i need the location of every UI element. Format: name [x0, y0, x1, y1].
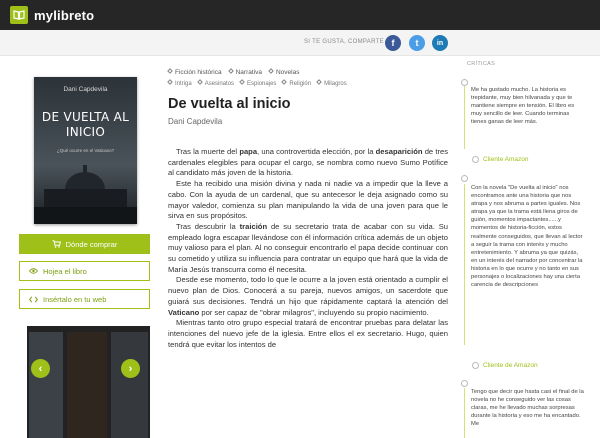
tag-icon — [268, 68, 274, 74]
review-card: Con la novela "De vuelta al inicio" nos … — [464, 184, 586, 345]
synopsis-text: Desde ese momento, todo lo que le ocurre… — [168, 275, 448, 306]
tag-icon — [167, 79, 173, 85]
tag-icon — [167, 68, 173, 74]
facebook-icon: f — [391, 38, 395, 48]
synopsis-paragraph: Tras la muerte del papa, una controverti… — [168, 147, 448, 179]
synopsis-text: Tras descubrir la — [176, 221, 240, 231]
book-author: Dani Capdevila — [168, 117, 223, 126]
book-synopsis: Tras la muerte del papa, una controverti… — [168, 147, 448, 350]
review-source-label: Cliente de Amazon — [483, 362, 538, 369]
tag-label: Novelas — [275, 69, 300, 76]
tag-icon — [281, 79, 288, 85]
reviews-heading: CRÍTICAS — [467, 61, 496, 67]
keyword-link[interactable]: Espionajes — [239, 79, 277, 87]
keyword-link[interactable]: Intriga — [167, 79, 192, 87]
browse-book-button[interactable]: Hojea el libro — [19, 261, 150, 281]
keyword-label: Espionajes — [247, 81, 277, 87]
tag-icon — [227, 68, 234, 74]
synopsis-keyword: desaparición — [375, 147, 423, 156]
linkedin-share-button[interactable]: in — [432, 35, 448, 51]
carousel-book[interactable] — [111, 332, 148, 438]
facebook-share-button[interactable]: f — [385, 35, 401, 51]
book-cover[interactable]: Dani Capdevila DE VUELTA AL INICIO ¿Qué … — [34, 77, 137, 224]
book-icon — [10, 6, 28, 24]
cover-title-line1: DE VUELTA AL — [41, 110, 130, 124]
review-source: Cliente de Amazon — [472, 362, 538, 369]
linkedin-icon: in — [436, 39, 444, 47]
cover-author: Dani Capdevila — [63, 86, 108, 93]
chevron-left-icon: ‹ — [38, 362, 43, 375]
cover-title: DE VUELTA AL INICIO — [34, 110, 137, 140]
carousel-book[interactable] — [67, 332, 107, 438]
keyword-link[interactable]: Milagros — [316, 79, 347, 87]
tag-link[interactable]: Novelas — [268, 68, 300, 76]
synopsis-paragraph: Mientras tanto otro grupo especial trata… — [168, 318, 448, 349]
synopsis-paragraph: Este ha recibido una misión divina y nad… — [168, 179, 448, 221]
review-card: Tengo que decir que hasta casi el final … — [464, 388, 586, 438]
genre-tags: Ficción histórica Narrativa Novelas — [167, 68, 300, 76]
carousel-prev-button[interactable]: ‹ — [31, 359, 50, 378]
keyword-label: Milagros — [324, 81, 347, 87]
top-navbar: mylibreto — [0, 0, 600, 30]
synopsis-keyword: papa — [239, 147, 258, 156]
review-source: Cliente Amazon — [472, 156, 529, 163]
tag-link[interactable]: Ficción histórica — [167, 68, 222, 76]
cover-title-line2: INICIO — [65, 125, 106, 139]
review-bullet-icon — [461, 175, 468, 182]
keyword-label: Religión — [289, 81, 312, 87]
chevron-right-icon: › — [128, 362, 133, 375]
review-card: Me ha gustado mucho. La historia es trep… — [464, 86, 586, 149]
synopsis-keyword: Vaticano — [168, 307, 200, 317]
tag-icon — [316, 79, 322, 85]
keyword-link[interactable]: Asesinatos — [196, 79, 235, 87]
where-to-buy-label: Dónde comprar — [65, 239, 118, 249]
review-bullet-icon — [461, 380, 468, 387]
browse-book-label: Hojea el libro — [43, 266, 87, 276]
cover-subtitle: ¿Qué ocurre en el Vaticano? — [56, 148, 115, 153]
tag-link[interactable]: Narrativa — [227, 68, 262, 76]
book-title: De vuelta al inicio — [168, 96, 291, 112]
keyword-link[interactable]: Religión — [281, 79, 312, 87]
keyword-tags: Intriga Asesinatos Espionajes Religión M… — [167, 79, 347, 87]
keyword-label: Asesinatos — [204, 81, 235, 87]
synopsis-text: Tras la muerte del — [176, 147, 240, 156]
review-source-label: Cliente Amazon — [483, 156, 529, 163]
twitter-share-button[interactable]: t — [409, 35, 425, 51]
user-icon — [472, 362, 479, 369]
user-icon — [472, 156, 479, 163]
review-bullet-icon — [461, 79, 468, 86]
cart-icon — [52, 240, 61, 248]
synopsis-text: , una controvertida elección, por la — [257, 147, 376, 156]
code-icon — [29, 295, 38, 303]
embed-button[interactable]: Insértalo en tu web — [19, 289, 150, 309]
synopsis-text: por ser capaz de "obrar milagros", inclu… — [199, 307, 429, 317]
tag-label: Narrativa — [235, 69, 262, 76]
where-to-buy-button[interactable]: Dónde comprar — [19, 234, 150, 254]
site-logo[interactable]: mylibreto — [10, 6, 94, 24]
carousel-next-button[interactable]: › — [121, 359, 140, 378]
twitter-icon: t — [415, 38, 419, 48]
synopsis-keyword: traición — [239, 221, 268, 231]
review-text: Me ha gustado mucho. La historia es trep… — [471, 87, 575, 126]
share-bar: SI TE GUSTA, COMPARTE f t in — [0, 30, 600, 56]
tag-icon — [239, 79, 245, 85]
tag-icon — [196, 79, 203, 85]
tag-label: Ficción histórica — [175, 69, 222, 76]
synopsis-paragraph: Desde ese momento, todo lo que le ocurre… — [168, 275, 448, 318]
logo-text: mylibreto — [34, 7, 95, 23]
review-text: Tengo que decir que hasta casi el final … — [471, 389, 584, 428]
carousel-book[interactable] — [29, 332, 63, 438]
keyword-label: Intriga — [175, 81, 192, 87]
synopsis-paragraph: Tras descubrir la traición de su secreta… — [168, 222, 448, 276]
eye-icon — [29, 268, 38, 274]
related-books-carousel[interactable] — [27, 326, 150, 438]
share-label: SI TE GUSTA, COMPARTE — [304, 39, 384, 45]
embed-label: Insértalo en tu web — [43, 294, 107, 304]
review-text: Con la novela "De vuelta al inicio" nos … — [471, 185, 583, 289]
